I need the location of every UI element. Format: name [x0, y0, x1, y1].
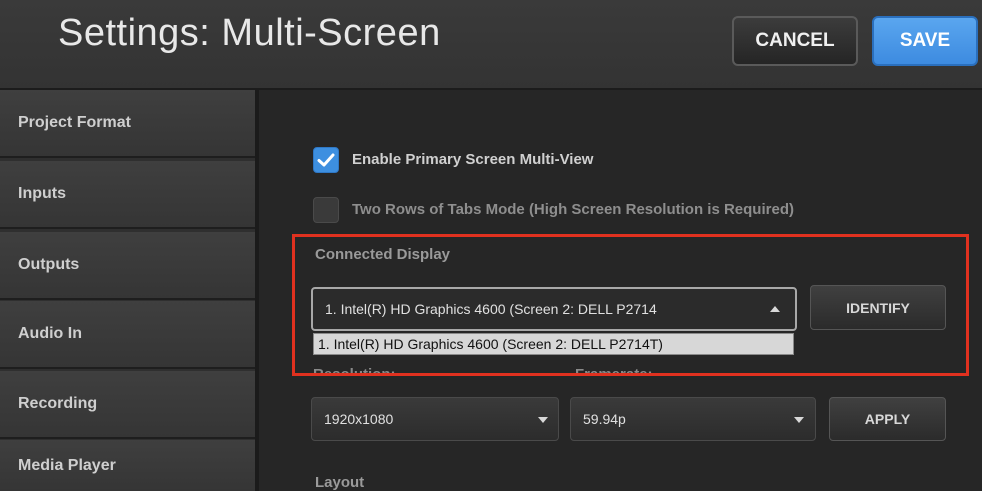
- enable-primary-label: Enable Primary Screen Multi-View: [352, 151, 594, 168]
- header-bar: Settings: Multi-Screen CANCEL SAVE: [0, 0, 982, 90]
- two-rows-label: Two Rows of Tabs Mode (High Screen Resol…: [352, 201, 794, 218]
- layout-label: Layout: [315, 474, 365, 491]
- identify-button[interactable]: IDENTIFY: [810, 285, 946, 330]
- framerate-dropdown[interactable]: 59.94p: [570, 397, 816, 441]
- apply-button[interactable]: APPLY: [829, 397, 946, 441]
- sidebar-item-audio-in[interactable]: Audio In: [0, 301, 255, 369]
- chevron-down-icon: [538, 417, 548, 423]
- connected-display-dropdown[interactable]: 1. Intel(R) HD Graphics 4600 (Screen 2: …: [311, 287, 797, 331]
- connected-display-label: Connected Display: [315, 246, 451, 263]
- connected-display-value: 1. Intel(R) HD Graphics 4600 (Screen 2: …: [325, 301, 657, 317]
- sidebar-item-project-format[interactable]: Project Format: [0, 90, 255, 158]
- sidebar-item-recording[interactable]: Recording: [0, 371, 255, 439]
- chevron-up-icon: [770, 306, 780, 312]
- resolution-dropdown[interactable]: 1920x1080: [311, 397, 559, 441]
- sidebar-item-media-player[interactable]: Media Player: [0, 440, 255, 491]
- framerate-value: 59.94p: [583, 411, 626, 427]
- resolution-label: Resolution:: [313, 366, 396, 375]
- page-title: Settings: Multi-Screen: [58, 12, 441, 54]
- save-button[interactable]: SAVE: [872, 16, 978, 66]
- sidebar-item-outputs[interactable]: Outputs: [0, 232, 255, 300]
- framerate-label: Framerate:: [575, 366, 653, 375]
- checkmark-icon: [317, 153, 335, 167]
- two-rows-checkbox[interactable]: [313, 197, 339, 223]
- resolution-value: 1920x1080: [324, 411, 394, 427]
- enable-primary-checkbox[interactable]: [313, 147, 339, 173]
- sidebar-item-inputs[interactable]: Inputs: [0, 161, 255, 229]
- cancel-button[interactable]: CANCEL: [732, 16, 858, 66]
- sidebar: Project Format Inputs Outputs Audio In R…: [0, 90, 255, 491]
- connected-display-option[interactable]: 1. Intel(R) HD Graphics 4600 (Screen 2: …: [313, 333, 794, 355]
- chevron-down-icon: [794, 417, 804, 423]
